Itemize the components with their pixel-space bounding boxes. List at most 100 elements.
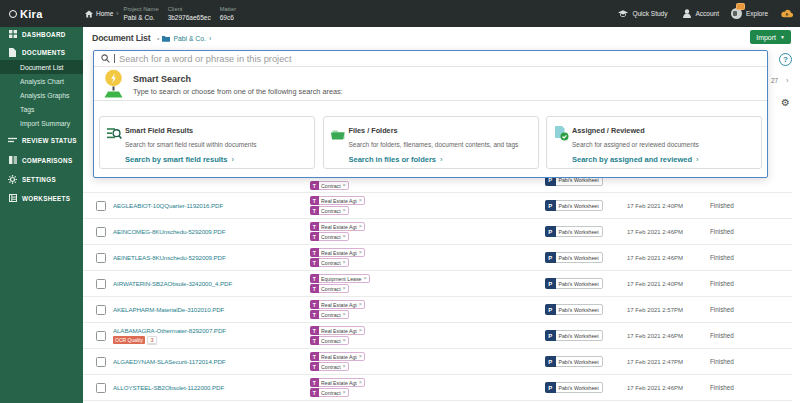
tag-remove-icon[interactable]: × [343,234,348,240]
sidebar-item-document-list[interactable]: Document List [0,60,83,74]
tag-chip[interactable]: TContract× [310,310,349,319]
table-row: AKELAPHARM-MaterialDe-3102010.PDFTReal E… [83,297,792,323]
row-checkbox[interactable] [96,383,106,393]
tag-chip[interactable]: TReal Estate Agt× [310,222,365,231]
document-link[interactable]: AKELAPHARM-MaterialDe-3102010.PDF [113,306,310,313]
worksheet-icon: P [545,252,556,263]
document-link[interactable]: ALLOYSTEEL-SB2Obsolet-1122000.PDF [113,384,310,391]
tag-chip[interactable]: TReal Estate Agt× [310,196,365,205]
tag-remove-icon[interactable]: × [359,380,364,386]
row-checkbox[interactable] [96,331,106,341]
row-checkbox[interactable] [96,279,106,289]
tag-remove-icon[interactable]: × [343,312,348,318]
table-row: ALLOYSTEEL-SB2Obsolet-1122000.PDFTReal E… [83,375,792,401]
tag-chip[interactable]: TContract× [310,258,349,267]
card-link[interactable]: Search by smart field results› [125,155,234,164]
tag-chip[interactable]: TContract× [310,362,349,371]
sidebar-item-worksheets[interactable]: WORKSHEETS [0,191,83,205]
worksheet-chip[interactable]: PPabi's Worksheet [545,252,603,263]
document-name-cell: AEINCOMEG-8KUnschedu-5292009.PDF [113,228,310,235]
worksheet-cell: PPabi's Worksheet [545,245,627,270]
upload-status-button[interactable] [781,9,793,18]
tag-chip[interactable]: TContract× [310,388,349,397]
tag-remove-icon[interactable]: × [359,250,364,256]
tag-remove-icon[interactable]: × [343,286,348,292]
tag-remove-icon[interactable]: × [359,224,364,230]
sidebar-item-tags[interactable]: Tags [0,102,83,116]
tag-chip[interactable]: TContract× [310,232,349,241]
tag-chip[interactable]: TEquipment Lease× [310,274,370,283]
row-checkbox[interactable] [96,201,106,211]
tag-chip[interactable]: TContract× [310,206,349,215]
tag-chip[interactable]: TReal Estate Agt× [310,248,365,257]
tag-remove-icon[interactable]: × [359,302,364,308]
tag-chip[interactable]: TContract× [310,336,349,345]
tag-remove-icon[interactable]: × [363,276,368,282]
sidebar-item-review-status[interactable]: REVIEW STATUS [0,133,83,147]
document-link[interactable]: ALABAMAGRA-Othermater-8292007.PDF [113,327,310,334]
sidebar-item-comparisons[interactable]: COMPARISONS [0,153,83,167]
pagination-next-icon[interactable]: › [786,77,788,84]
tag-chip[interactable]: TReal Estate Agt× [310,352,365,361]
tag-chip[interactable]: TReal Estate Agt× [310,378,365,387]
table-settings-gear-icon[interactable]: ⚙ [781,98,790,108]
card-link[interactable]: Search in files or folders› [349,155,443,164]
explore-button[interactable]: Explore [731,8,768,19]
sidebar-item-import-summary[interactable]: Import Summary [0,116,83,130]
document-name-cell: ALLOYSTEEL-SB2Obsolet-1122000.PDF [113,384,310,391]
search-input[interactable]: Search for a word or phrase in this proj… [94,51,767,67]
document-link[interactable]: AEINETLEAS-8KUnschedu-5292009.PDF [113,254,310,261]
tag-remove-icon[interactable]: × [343,390,348,396]
tag-chip[interactable]: TContract× [310,181,349,190]
kira-logo[interactable]: Kira [0,8,83,20]
sidebar-item-label: COMPARISONS [22,157,72,164]
document-link[interactable]: AIRWATERIN-SB2AObsole-3242000_4.PDF [113,280,310,287]
sidebar-item-dashboard[interactable]: DASHBOARD [0,27,83,41]
breadcrumb-link[interactable]: Pabi & Co. [173,35,206,42]
tag-chip[interactable]: TReal Estate Agt× [310,300,365,309]
worksheet-chip[interactable]: PPabi's Worksheet [545,382,603,393]
quick-study-button[interactable]: Quick Study [618,10,667,18]
worksheet-chip[interactable]: PPabi's Worksheet [545,304,603,315]
worksheet-chip[interactable]: PPabi's Worksheet [545,356,603,367]
row-checkbox[interactable] [96,253,106,263]
worksheet-chip[interactable]: PPabi's Worksheet [545,330,603,341]
help-icon[interactable]: ? [779,53,792,66]
home-icon [85,10,93,18]
search-card-assigned-reviewed[interactable]: Assigned / ReviewedSearch for assigned o… [546,116,762,169]
tag-remove-icon[interactable]: × [343,338,348,344]
sidebar-item-documents[interactable]: DOCUMENTS [0,45,83,59]
search-card-smart-field-results[interactable]: Smart Field ResultsSearch for smart fiel… [99,116,315,169]
row-checkbox[interactable] [96,227,106,237]
tag-remove-icon[interactable]: × [343,183,348,189]
folder-icon [162,35,170,42]
card-link[interactable]: Search by assigned and reviewed› [572,155,699,164]
tag-remove-icon[interactable]: × [359,328,364,334]
row-checkbox[interactable] [96,305,106,315]
worksheet-chip[interactable]: PPabi's Worksheet [545,278,603,289]
tag-remove-icon[interactable]: × [343,208,348,214]
smart-search-title: Smart Search [133,74,191,84]
tag-remove-icon[interactable]: × [343,364,348,370]
tag-remove-icon[interactable]: × [359,354,364,360]
row-checkbox[interactable] [96,357,106,367]
account-button[interactable]: Account [683,9,719,18]
sidebar-item-settings[interactable]: SETTINGS [0,172,83,186]
document-link[interactable]: ALGAEDYNAM-SLASecurit-1172014.PDF [113,358,310,365]
tag-chip[interactable]: TContract× [310,284,349,293]
tag-icon: T [310,300,319,309]
tag-remove-icon[interactable]: × [343,260,348,266]
worksheet-label: Pabi's Worksheet [556,281,602,287]
worksheet-chip[interactable]: PPabi's Worksheet [545,200,603,211]
search-card-files-folders[interactable]: Files / FoldersSearch for folders, filen… [323,116,539,169]
document-link[interactable]: AEGLEABIOT-10QQuarter-1192016.PDF [113,202,310,209]
tag-remove-icon[interactable]: × [359,198,364,204]
tag-chip[interactable]: TReal Estate Agt× [310,326,365,335]
worksheet-chip[interactable]: PPabi's Worksheet [545,226,603,237]
sidebar-item-analysis-graphs[interactable]: Analysis Graphs [0,88,83,102]
home-link[interactable]: Home [85,10,113,18]
document-link[interactable]: AEINCOMEG-8KUnschedu-5292009.PDF [113,228,310,235]
project-meta[interactable]: Project Name Pabi & Co. [124,5,159,22]
sidebar-item-analysis-chart[interactable]: Analysis Chart [0,74,83,88]
import-button[interactable]: Import ▼ [750,30,791,44]
